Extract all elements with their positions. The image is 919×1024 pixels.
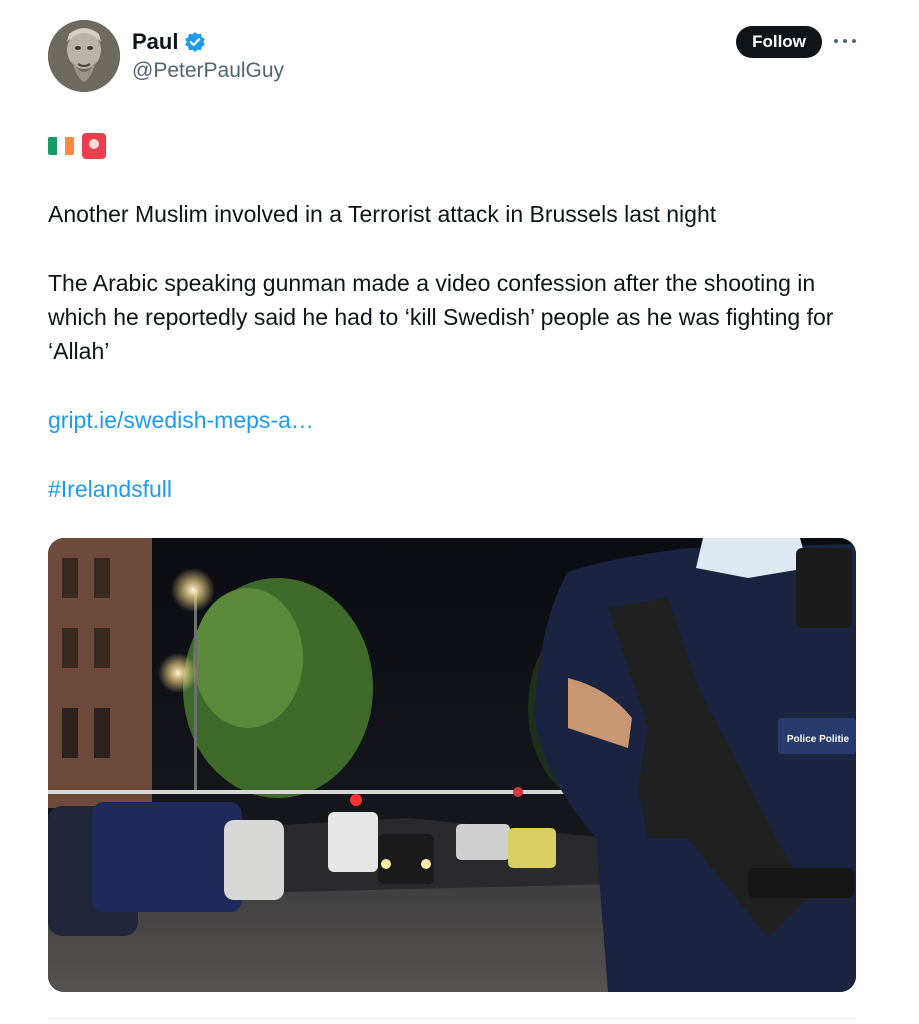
police-siren-icon [82,133,106,159]
avatar[interactable] [48,20,120,92]
ireland-flag-icon [48,137,74,155]
verified-badge-icon [184,31,206,53]
follow-button[interactable]: Follow [736,26,822,58]
tweet: Paul @PeterPaulGuy Follow Another Muslim… [0,0,919,1024]
emoji-row [48,133,106,159]
statue-avatar-image [48,20,120,92]
display-name[interactable]: Paul [132,28,178,56]
hashtag-link[interactable]: #Irelandsfull [48,472,172,506]
divider [48,1018,856,1019]
more-horizontal-icon[interactable] [834,32,856,50]
author-name-row[interactable]: Paul [132,28,206,56]
police-patch-label: Police Politie [787,734,850,745]
author-handle[interactable]: @PeterPaulGuy [132,58,284,84]
tweet-text-line-2: The Arabic speaking gunman made a video … [48,270,834,364]
tweet-text-line-1: Another Muslim involved in a Terrorist a… [48,201,717,227]
tweet-photo[interactable]: Police Politie [48,538,856,992]
night-street-police-photo: Police Politie [48,538,856,992]
article-link[interactable]: gript.ie/swedish-meps-a… [48,403,314,437]
